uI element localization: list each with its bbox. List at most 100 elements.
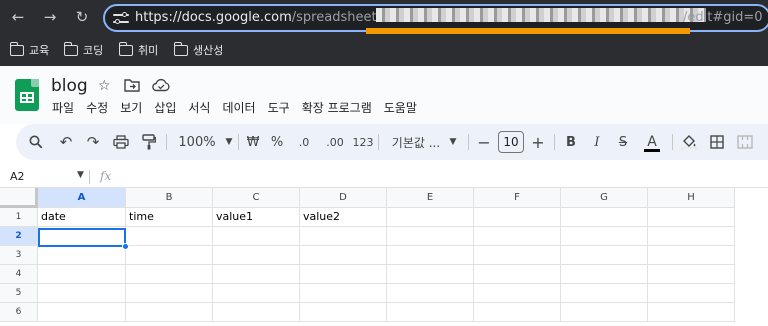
cell-b5[interactable]	[126, 284, 213, 303]
bookmark-folder[interactable]: 교육	[9, 41, 49, 58]
back-icon[interactable]: ←	[8, 7, 28, 27]
zoom-select[interactable]: 100%	[172, 124, 222, 160]
column-header-a[interactable]: A	[38, 188, 126, 208]
chevron-down-icon[interactable]: ▼	[222, 124, 236, 160]
cell-f1[interactable]	[474, 208, 561, 227]
column-header-b[interactable]: B	[126, 188, 213, 208]
cell-f4[interactable]	[474, 265, 561, 284]
menu-file[interactable]: 파일	[52, 99, 74, 116]
cloud-status-icon[interactable]	[152, 78, 170, 96]
font-size-field[interactable]: 10	[498, 131, 524, 153]
menu-help[interactable]: 도움말	[384, 99, 417, 116]
increase-decimal-button[interactable]: .00	[320, 124, 350, 160]
column-header-c[interactable]: C	[213, 188, 300, 208]
text-color-icon[interactable]: A	[641, 124, 663, 160]
select-all-corner[interactable]	[0, 188, 38, 208]
print-icon[interactable]	[109, 124, 133, 160]
menu-tools[interactable]: 도구	[268, 99, 290, 116]
decrease-font-size-icon[interactable]: −	[474, 124, 494, 160]
fill-color-icon[interactable]	[678, 124, 700, 160]
percent-format-button[interactable]: %	[266, 124, 288, 160]
cell-f2[interactable]	[474, 227, 561, 246]
fill-handle[interactable]	[122, 243, 129, 250]
cell-g3[interactable]	[561, 246, 648, 265]
cell-e3[interactable]	[387, 246, 474, 265]
cell-b6[interactable]	[126, 303, 213, 322]
borders-icon[interactable]	[706, 124, 728, 160]
row-header-2[interactable]: 2	[0, 227, 38, 246]
sheets-logo-icon[interactable]	[15, 79, 39, 111]
cell-d2[interactable]	[300, 227, 387, 246]
cell-c2[interactable]	[213, 227, 300, 246]
cell-d6[interactable]	[300, 303, 387, 322]
cell-g5[interactable]	[561, 284, 648, 303]
cell-d5[interactable]	[300, 284, 387, 303]
cell-a4[interactable]	[38, 265, 126, 284]
cell-c3[interactable]	[213, 246, 300, 265]
undo-icon[interactable]: ↶	[54, 124, 78, 160]
bookmark-folder[interactable]: 취미	[118, 41, 158, 58]
cell-c4[interactable]	[213, 265, 300, 284]
menu-format[interactable]: 서식	[188, 99, 210, 116]
row-header-3[interactable]: 3	[0, 246, 38, 265]
currency-format-button[interactable]: ₩	[242, 124, 264, 160]
cell-g1[interactable]	[561, 208, 648, 227]
menu-view[interactable]: 보기	[120, 99, 142, 116]
column-header-g[interactable]: G	[561, 188, 648, 208]
cell-f5[interactable]	[474, 284, 561, 303]
cell-e1[interactable]	[387, 208, 474, 227]
cell-h6[interactable]	[648, 303, 735, 322]
strikethrough-icon[interactable]: S	[612, 124, 634, 160]
cell-e2[interactable]	[387, 227, 474, 246]
forward-icon[interactable]: →	[40, 7, 60, 27]
cell-c1[interactable]: value1	[213, 208, 300, 227]
star-icon[interactable]: ☆	[98, 78, 111, 94]
cell-e5[interactable]	[387, 284, 474, 303]
chevron-down-icon[interactable]: ▼	[77, 170, 84, 180]
cell-d4[interactable]	[300, 265, 387, 284]
cell-b1[interactable]: time	[126, 208, 213, 227]
reload-icon[interactable]: ↻	[72, 7, 92, 27]
chevron-down-icon[interactable]: ▼	[446, 124, 460, 160]
cell-a1[interactable]: date	[38, 208, 126, 227]
paint-format-icon[interactable]	[137, 124, 161, 160]
redo-icon[interactable]: ↷	[81, 124, 105, 160]
bookmark-folder[interactable]: 생산성	[173, 41, 223, 58]
cell-g6[interactable]	[561, 303, 648, 322]
column-header-d[interactable]: D	[300, 188, 387, 208]
menu-insert[interactable]: 삽입	[154, 99, 176, 116]
column-header-e[interactable]: E	[387, 188, 474, 208]
cell-a3[interactable]	[38, 246, 126, 265]
cell-e4[interactable]	[387, 265, 474, 284]
bookmark-folder[interactable]: 코딩	[63, 41, 103, 58]
cell-b3[interactable]	[126, 246, 213, 265]
row-header-6[interactable]: 6	[0, 303, 38, 322]
cell-a5[interactable]	[38, 284, 126, 303]
column-header-f[interactable]: F	[474, 188, 561, 208]
cell-d3[interactable]	[300, 246, 387, 265]
increase-font-size-icon[interactable]: +	[528, 124, 548, 160]
cell-h2[interactable]	[648, 227, 735, 246]
cell-a6[interactable]	[38, 303, 126, 322]
italic-icon[interactable]: I	[586, 124, 608, 160]
menu-data[interactable]: 데이터	[222, 99, 255, 116]
column-header-h[interactable]: H	[648, 188, 735, 208]
row-header-1[interactable]: 1	[0, 208, 38, 227]
cell-d1[interactable]: value2	[300, 208, 387, 227]
cell-e6[interactable]	[387, 303, 474, 322]
cell-f3[interactable]	[474, 246, 561, 265]
cell-h5[interactable]	[648, 284, 735, 303]
cell-b2[interactable]	[126, 227, 213, 246]
cell-b4[interactable]	[126, 265, 213, 284]
site-settings-icon[interactable]	[113, 11, 129, 25]
cell-h4[interactable]	[648, 265, 735, 284]
row-header-4[interactable]: 4	[0, 265, 38, 284]
cell-g2[interactable]	[561, 227, 648, 246]
cell-c5[interactable]	[213, 284, 300, 303]
merge-cells-icon[interactable]	[734, 124, 756, 160]
cell-h1[interactable]	[648, 208, 735, 227]
cell-c6[interactable]	[213, 303, 300, 322]
bold-icon[interactable]: B	[560, 124, 582, 160]
menu-extensions[interactable]: 확장 프로그램	[302, 99, 372, 116]
font-select[interactable]: 기본값 ...	[384, 124, 448, 160]
